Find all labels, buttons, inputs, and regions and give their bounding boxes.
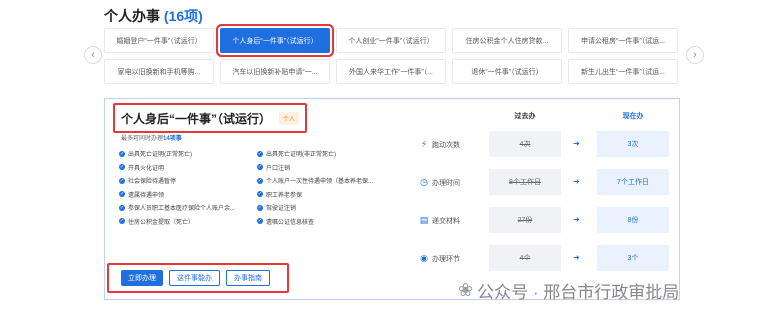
metric-label: 办理时间 [432,179,460,187]
service-tile-selected[interactable]: 个人身后“一件事”（试运行） [220,28,330,53]
check-icon: ✓ [119,164,125,171]
check-icon: ✓ [257,204,263,211]
service-tile[interactable]: 婚姻登户“一件事”（试运行） [104,28,214,53]
subtitle-count: 14项事 [163,136,182,142]
action-buttons: 立即办理 这件事能办 办事指南 [107,263,289,293]
now-value: 3次 [597,131,669,157]
service-tile[interactable]: 退休“一件事”（试运行） [452,59,562,84]
section-title-text: 个人办事 [104,8,160,24]
comparison-row: ◉ 办理环节 4个 ➜ 3个 [415,241,675,279]
list-item: ✓ 出具死亡证明(正常死亡) [119,150,192,159]
arrow-right-icon: ➜ [573,215,580,224]
arrow-right-icon: ➜ [573,253,580,262]
check-icon: ✓ [119,177,125,184]
service-tile[interactable]: 申请公租房“一件事”（试运... [568,28,678,53]
service-guide-button[interactable]: 办事指南 [226,270,270,286]
now-column-header: 现在办 [622,113,644,120]
apply-now-button[interactable]: 立即办理 [121,270,163,286]
comparison-table: 过去办 现在办 ⚡ 跑动次数 4次 ➜ 3次 ◷ 办理时间 8个工作日 ➜ 7个工作… [415,105,675,279]
list-item: ✓ 职工养老参保 [257,191,303,199]
eligibility-button[interactable]: 这件事能办 [169,270,220,286]
list-item: ✓ 住房公积金提取（死亡） [119,218,195,226]
past-value: 4次 [489,131,561,157]
clock-icon: ◷ [420,177,428,187]
service-tile[interactable]: 汽车以旧换新补贴申请“一... [220,59,330,84]
metric-label: 跑动次数 [432,141,460,149]
check-icon: ✓ [119,218,125,225]
check-icon: ✓ [257,150,263,157]
link-icon: ◉ [420,253,428,263]
check-icon: ✓ [119,204,125,211]
list-item: ✓ 驾驶证注销 [257,204,297,213]
past-column-header: 过去办 [514,113,536,120]
service-tile[interactable]: 个人创业“一件事”（试运行） [336,28,446,53]
service-grid: 婚姻登户“一件事”（试运行） 个人身后“一件事”（试运行） 个人创业“一件事”（… [104,28,680,90]
list-item: ✓ 开具火化证明 [119,164,165,172]
now-value: 7个工作日 [597,169,669,195]
section-title: 个人办事 (16项) [104,6,203,26]
service-row: 婚姻登户“一件事”（试运行） 个人身后“一件事”（试运行） 个人创业“一件事”（… [104,28,680,53]
list-item: ✓ 遗嘱公证信息核查 [257,218,315,226]
comparison-header: 过去办 现在办 [415,105,675,127]
list-item: ✓ 遗属待遇申领 [119,191,165,199]
now-value: 8份 [597,207,669,233]
chevron-left-icon[interactable]: ‹ [84,46,102,64]
list-item: ✓ 出具死亡证明(非正常死亡) [257,150,336,159]
included-items-list: ✓ 出具死亡证明(正常死亡) ✓ 出具死亡证明(非正常死亡) ✓ 开具火化证明 ✓ 户口… [119,147,401,228]
list-item: ✓ 参保人员职工基本医疗保险个人账户余... [119,204,236,213]
personal-badge: 个人 [279,111,300,125]
service-tile[interactable]: 家电以旧换新和手机等购... [104,59,214,84]
past-value: 4个 [489,245,561,271]
arrow-right-icon: ➜ [573,139,580,148]
past-value: 27份 [489,207,561,233]
check-icon: ✓ [119,191,125,198]
service-tile[interactable]: 外国人来华工作“一件事”（... [336,59,446,84]
run-icon: ⚡ [420,139,428,149]
wechat-icon: ❀ [458,280,474,300]
detail-subtitle: 最多可同时办理14项事 [121,133,182,142]
subtitle-prefix: 最多可同时办理 [121,136,164,142]
comparison-row: ◷ 办理时间 8个工作日 ➜ 7个工作日 [415,165,675,203]
list-item: ✓ 个人账户一次性待遇申领（基本养老保... [257,177,374,186]
watermark-text: 公众号 · 邢台市行政审批局 [477,283,680,302]
list-item: ✓ 社会保险待遇暂停 [119,177,177,186]
section-count: (16项) [163,8,203,24]
service-tile[interactable]: 住房公积金个人住房贷款... [452,28,562,53]
chevron-right-icon[interactable]: › [686,46,704,64]
watermark: ❀ 公众号 · 邢台市行政审批局 [458,278,679,303]
now-value: 3个 [597,245,669,271]
past-value: 8个工作日 [489,169,561,195]
service-detail-panel: 个人身后“一件事”（试运行） 个人 最多可同时办理14项事 ✓ 出具死亡证明(正常… [104,98,680,300]
check-icon: ✓ [257,218,263,225]
metric-label: 办理环节 [432,255,460,263]
detail-header: 个人身后“一件事”（试运行） 个人 [113,103,308,133]
check-icon: ✓ [257,164,263,171]
comparison-row: ⚡ 跑动次数 4次 ➜ 3次 [415,127,675,165]
list-item: ✓ 户口注销 [257,164,291,172]
service-row: 家电以旧换新和手机等购... 汽车以旧换新补贴申请“一... 外国人来华工作“一… [104,59,680,84]
check-icon: ✓ [257,191,263,198]
service-tile[interactable]: 新生儿出生“一件事”（试运... [568,59,678,84]
check-icon: ✓ [257,177,263,184]
check-icon: ✓ [119,150,125,157]
metric-label: 递交材料 [432,217,460,225]
arrow-right-icon: ➜ [573,177,580,186]
comparison-row: ▤ 递交材料 27份 ➜ 8份 [415,203,675,241]
detail-title: 个人身后“一件事”（试运行） [121,111,272,126]
folder-icon: ▤ [419,215,429,225]
